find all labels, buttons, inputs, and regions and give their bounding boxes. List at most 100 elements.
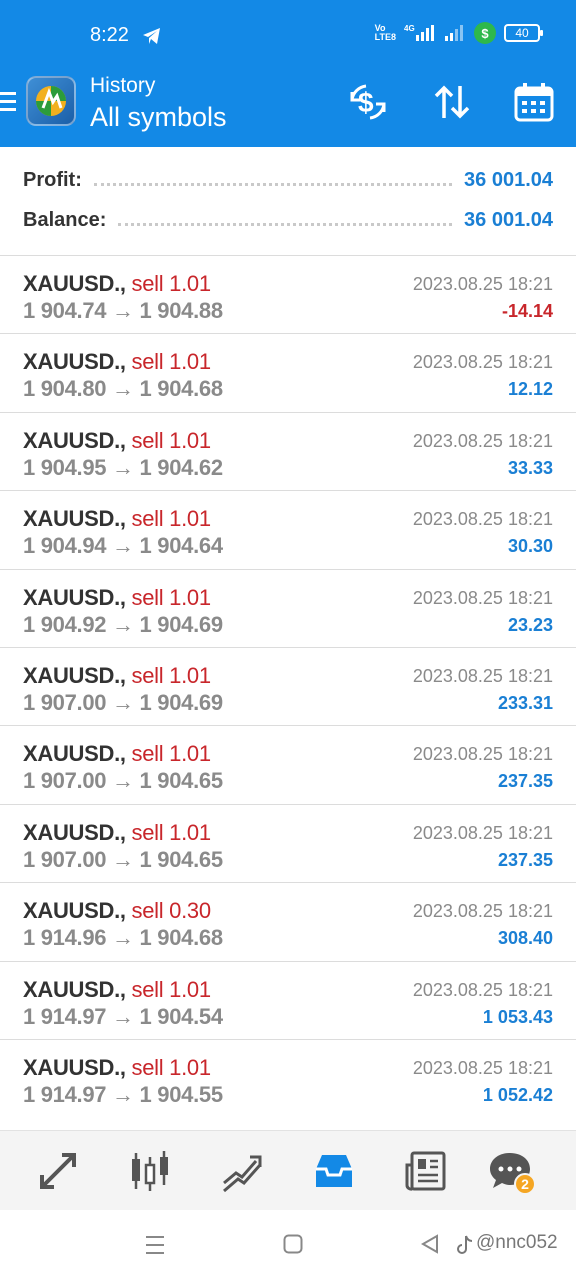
battery-level: 40 — [515, 26, 529, 40]
deal-side: sell 1.01 — [131, 819, 212, 845]
deal-time: 2023.08.25 18:21 — [412, 1057, 553, 1078]
metatrader-logo-mark — [36, 86, 66, 116]
deal-symbol: XAUUSD., sell 1.01 — [23, 585, 211, 611]
deal-row[interactable]: XAUUSD., sell 0.30 1 914.96 → 1 904.68 202… — [0, 882, 576, 960]
chat-badge: 2 — [514, 1173, 536, 1195]
deal-prices: 1 914.97 → 1 904.55 — [23, 1081, 223, 1107]
deposit-icon[interactable]: $ — [346, 80, 390, 124]
deal-symbol: XAUUSD., sell 1.01 — [23, 820, 211, 846]
chart-icon[interactable] — [128, 1149, 172, 1193]
deal-side: sell 1.01 — [131, 1054, 212, 1080]
deal-time: 2023.08.25 18:21 — [412, 430, 553, 451]
deal-symbol: XAUUSD., sell 1.01 — [23, 349, 211, 375]
deal-profit: -14.14 — [501, 301, 553, 321]
deal-side: sell 1.01 — [131, 584, 212, 610]
dotted-leader — [93, 182, 453, 186]
deal-symbol-name: XAUUSD., — [23, 662, 126, 688]
dotted-leader — [118, 222, 453, 226]
trade-icon[interactable] — [220, 1149, 264, 1193]
deal-profit: 23.23 — [507, 614, 553, 635]
deal-symbol: XAUUSD., sell 1.01 — [23, 428, 211, 454]
deal-prices: 1 904.94 → 1 904.64 — [23, 533, 223, 559]
deal-symbol: XAUUSD., sell 1.01 — [23, 1055, 211, 1081]
deal-symbol: XAUUSD., sell 1.01 — [23, 271, 211, 297]
deal-prices: 1 904.80 → 1 904.68 — [23, 376, 223, 402]
page-title[interactable]: All symbols — [90, 102, 227, 133]
home-icon[interactable] — [283, 1234, 303, 1254]
deal-row[interactable]: XAUUSD., sell 1.01 1 904.80 → 1 904.68 202… — [0, 333, 576, 411]
top-app-bar: 8:22 Vo LTE8 4G $ 40 History All symbols… — [0, 0, 576, 147]
deal-symbol-name: XAUUSD., — [23, 898, 126, 924]
quotes-icon[interactable] — [36, 1149, 80, 1193]
deal-row[interactable]: XAUUSD., sell 1.01 1 914.97 → 1 904.54 202… — [0, 960, 576, 1039]
battery-icon: 40 — [504, 24, 543, 42]
deal-time: 2023.08.25 18:21 — [412, 352, 553, 373]
deal-prices: 1 907.00 → 1 904.65 — [23, 846, 223, 872]
deal-profit: 237.35 — [497, 771, 553, 792]
deal-side: sell 0.30 — [131, 898, 212, 924]
deal-row[interactable]: XAUUSD., sell 1.01 1 907.00 → 1 904.65 202… — [0, 725, 576, 803]
recent-apps-icon[interactable] — [144, 1234, 166, 1256]
calendar-icon[interactable] — [512, 80, 556, 124]
deal-profit: 233.31 — [497, 692, 553, 713]
deal-prices: 1 907.00 → 1 904.69 — [23, 689, 223, 715]
security-shield-icon: $ — [474, 22, 496, 44]
chat-icon[interactable]: 2 — [488, 1149, 536, 1195]
deal-prices: 1 904.92 → 1 904.69 — [23, 611, 223, 637]
sort-icon[interactable] — [430, 80, 474, 124]
status-bar: 8:22 Vo LTE8 4G $ 40 — [0, 0, 576, 72]
deal-profit: 308.40 — [497, 928, 553, 949]
deal-time: 2023.08.25 18:21 — [412, 901, 553, 922]
deal-prices: 1 904.95 → 1 904.62 — [23, 454, 223, 480]
balance-label: Balance: — [23, 208, 107, 231]
deal-symbol-name: XAUUSD., — [23, 819, 126, 845]
metatrader-logo[interactable] — [26, 76, 76, 126]
history-icon[interactable] — [312, 1149, 356, 1193]
deal-row[interactable]: XAUUSD., sell 1.01 1 914.97 → 1 904.55 202… — [0, 1038, 576, 1117]
deal-symbol: XAUUSD., sell 1.01 — [23, 741, 211, 767]
deal-time: 2023.08.25 18:21 — [412, 509, 553, 530]
douyin-logo-icon — [457, 1235, 473, 1254]
deal-side: sell 1.01 — [131, 506, 212, 532]
deal-profit: 1 053.43 — [482, 1006, 553, 1027]
deal-symbol-name: XAUUSD., — [23, 1054, 126, 1080]
deal-time: 2023.08.25 18:21 — [412, 587, 553, 608]
news-icon[interactable] — [404, 1149, 448, 1193]
history-summary: Profit: 36 001.04 Balance: 36 001.04 — [0, 147, 576, 255]
deal-time: 2023.08.25 18:21 — [412, 274, 553, 294]
deal-side: sell 1.01 — [131, 976, 212, 1002]
deal-symbol-name: XAUUSD., — [23, 976, 126, 1002]
deal-symbol-name: XAUUSD., — [23, 349, 126, 375]
deal-profit: 237.35 — [497, 849, 553, 870]
deal-symbol: XAUUSD., sell 0.30 — [23, 898, 211, 924]
deal-row[interactable]: XAUUSD., sell 1.01 1 904.74 → 1 904.88 202… — [0, 255, 576, 333]
deal-side: sell 1.01 — [131, 741, 212, 767]
status-indicators: Vo LTE8 4G $ 40 — [375, 22, 543, 44]
deal-symbol-name: XAUUSD., — [23, 506, 126, 532]
deal-profit: 1 052.42 — [482, 1084, 553, 1105]
deal-prices: 1 907.00 → 1 904.65 — [23, 768, 223, 794]
deal-time: 2023.08.25 18:21 — [412, 744, 553, 765]
deal-side: sell 1.01 — [131, 662, 212, 688]
deal-row[interactable]: XAUUSD., sell 1.01 1 907.00 → 1 904.69 202… — [0, 646, 576, 725]
deal-row[interactable]: XAUUSD., sell 1.01 1 904.92 → 1 904.69 202… — [0, 568, 576, 647]
menu-icon[interactable] — [0, 92, 16, 112]
deal-prices: 1 904.74 → 1 904.88 — [23, 298, 223, 323]
deal-symbol-name: XAUUSD., — [23, 427, 126, 453]
watermark: @nnc052 — [476, 1232, 558, 1253]
deal-profit: 33.33 — [507, 457, 553, 478]
deal-symbol-name: XAUUSD., — [23, 271, 126, 296]
balance-row: Balance: 36 001.04 — [23, 205, 553, 235]
deal-row[interactable]: XAUUSD., sell 1.01 1 904.94 → 1 904.64 202… — [0, 490, 576, 568]
back-icon[interactable] — [420, 1234, 440, 1254]
deal-row[interactable]: XAUUSD., sell 1.01 1 904.95 → 1 904.62 202… — [0, 411, 576, 490]
deal-row[interactable]: XAUUSD., sell 1.01 1 907.00 → 1 904.65 202… — [0, 803, 576, 882]
deal-profit: 12.12 — [507, 379, 553, 400]
deal-list: XAUUSD., sell 1.01 1 904.74 → 1 904.88 202… — [0, 255, 576, 1117]
page-subtitle: History — [90, 74, 156, 97]
deal-prices: 1 914.97 → 1 904.54 — [23, 1003, 223, 1029]
signal-4g-icon: 4G — [404, 24, 434, 41]
deal-time: 2023.08.25 18:21 — [412, 665, 553, 686]
deal-time: 2023.08.25 18:21 — [412, 979, 553, 1000]
profit-value: 36 001.04 — [464, 168, 553, 191]
